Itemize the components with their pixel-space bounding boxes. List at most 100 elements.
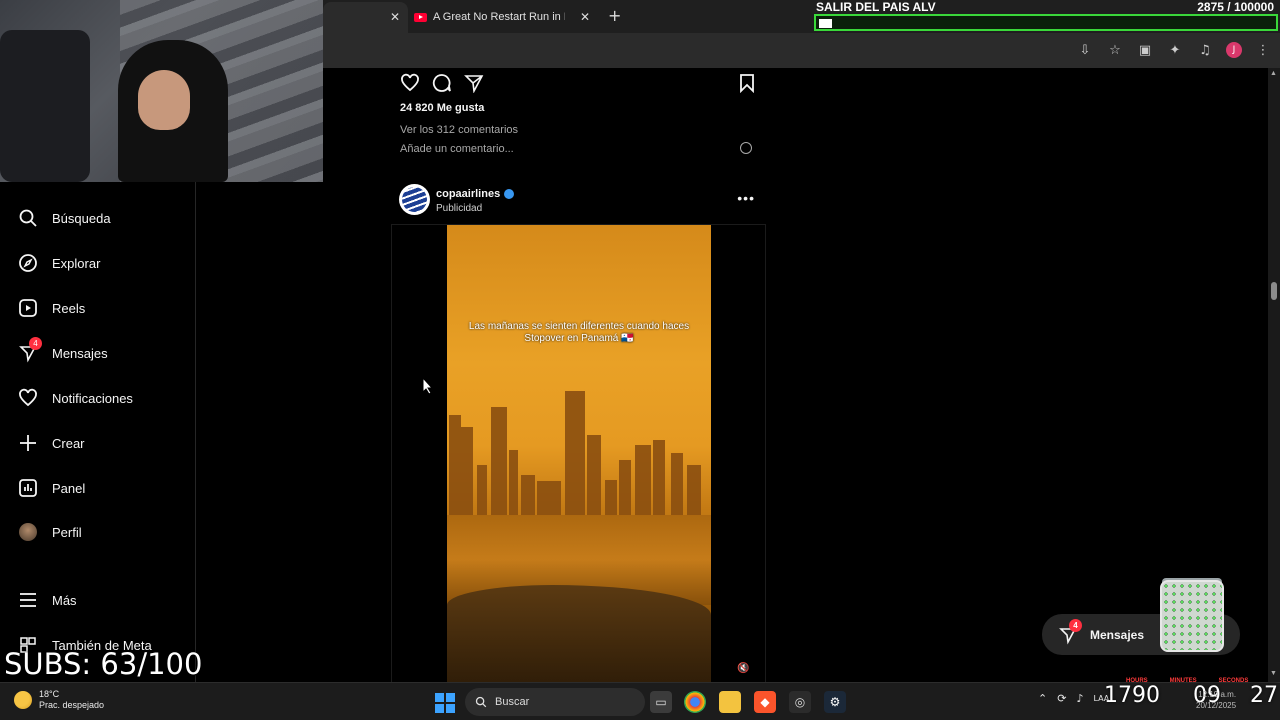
webcam-chair: [0, 30, 90, 182]
likes-count[interactable]: 24 820 Me gusta: [400, 102, 484, 114]
compass-icon: [18, 253, 38, 273]
system-tray: ⌃ ⟳ ♪ LAA: [1038, 692, 1109, 705]
messenger-icon: 4: [18, 337, 42, 363]
sidebar-item-label: Notificaciones: [52, 390, 133, 406]
file-explorer-icon[interactable]: [719, 691, 741, 713]
bookmark-star-icon[interactable]: ☆: [1106, 41, 1124, 59]
goal-title: SALIR DEL PAIS ALV: [816, 0, 936, 14]
extensions-icon[interactable]: ✦: [1166, 41, 1184, 59]
sidebar-item-label: Panel: [52, 480, 86, 496]
picture-in-picture-icon[interactable]: ▣: [1136, 41, 1154, 59]
task-view-icon[interactable]: ▭: [650, 691, 672, 713]
chart-icon: [18, 478, 38, 498]
system-clock[interactable]: 12:19 a.m. 20/12/2025: [1196, 689, 1236, 711]
messenger-icon: 4: [1058, 618, 1082, 645]
messages-badge: 4: [1069, 618, 1082, 632]
timer-hours: 1790: [1104, 683, 1160, 708]
emoji-icon[interactable]: [740, 142, 752, 154]
sidebar-item-label: Explorar: [52, 255, 101, 271]
menu-icon: [18, 590, 38, 610]
media-control-icon[interactable]: ♫: [1196, 41, 1214, 59]
messages-badge: 4: [29, 337, 42, 350]
sync-icon[interactable]: ⟳: [1057, 692, 1066, 705]
goal-progress-bar: [814, 14, 1278, 31]
comment-icon[interactable]: [432, 73, 452, 93]
username-text[interactable]: copaairlines: [436, 188, 500, 200]
avatar[interactable]: [399, 184, 430, 215]
verified-badge-icon: [504, 189, 515, 199]
sidebar-item-messages[interactable]: 4 Mensajes: [18, 337, 108, 363]
video-frame: Las mañanas se sienten diferentes cuando…: [447, 225, 711, 685]
mute-icon[interactable]: 🔇: [737, 663, 751, 677]
search-icon: [18, 208, 38, 228]
steam-icon[interactable]: ⚙: [824, 691, 846, 713]
browser-tab-youtube[interactable]: A Great No Restart Run in Dirt: [414, 6, 596, 28]
webcam-overlay: [0, 0, 323, 182]
sidebar-item-label: Perfil: [52, 524, 82, 540]
screen: ✕ A Great No Restart Run in Dirt ✕ + ⇩ ☆…: [0, 0, 1280, 720]
add-comment-input[interactable]: Añade un comentario...: [400, 143, 745, 155]
goal-count: 2875 / 100000: [1197, 0, 1274, 14]
kebab-menu-icon[interactable]: ⋮: [1254, 41, 1272, 59]
stream-timer-overlay: 1790 09 27: [1104, 683, 1278, 708]
system-time: 12:19 a.m.: [1198, 690, 1237, 699]
tab-close-icon[interactable]: ✕: [390, 10, 400, 24]
subscriber-jar-overlay: [1160, 580, 1224, 652]
scroll-down-icon[interactable]: ▼: [1270, 670, 1277, 677]
sidebar-item-dashboard[interactable]: Panel: [18, 478, 85, 498]
new-tab-button[interactable]: +: [608, 6, 621, 25]
sidebar-item-create[interactable]: Crear: [18, 433, 85, 453]
view-comments-link[interactable]: Ver los 312 comentarios: [400, 124, 518, 136]
sponsored-label: Publicidad: [436, 203, 483, 214]
city-skyline: [449, 391, 701, 515]
heart-icon: [18, 388, 38, 408]
tab-close-icon[interactable]: ✕: [580, 10, 590, 24]
weather-description: Prac. despejado: [39, 700, 105, 710]
plus-icon: [18, 433, 38, 453]
shoreline: [447, 585, 711, 685]
microphone-icon[interactable]: ♪: [1076, 692, 1083, 705]
weather-temperature: 18°C: [39, 689, 60, 699]
more-options-button[interactable]: •••: [737, 190, 755, 206]
sidebar-item-label: Más: [52, 592, 77, 608]
stream-goal-overlay: SALIR DEL PAIS ALV 2875 / 100000: [814, 0, 1278, 32]
post-video[interactable]: Las mañanas se sienten diferentes cuando…: [391, 224, 766, 685]
profile-avatar[interactable]: J: [1226, 42, 1242, 58]
video-caption: Las mañanas se sienten diferentes cuando…: [468, 321, 690, 344]
page-scrollbar[interactable]: ▲ ▼: [1268, 68, 1280, 682]
share-icon[interactable]: [464, 73, 484, 93]
search-icon: [475, 696, 487, 708]
bookmark-icon[interactable]: [737, 73, 757, 93]
obs-icon[interactable]: ◎: [789, 691, 811, 713]
brave-icon[interactable]: ◆: [754, 691, 776, 713]
webcam-face: [138, 70, 190, 130]
post-header: copaairlines Publicidad •••: [399, 184, 765, 218]
weather-sun-icon: [14, 691, 32, 709]
tray-overflow-icon[interactable]: ⌃: [1038, 692, 1047, 705]
chrome-icon[interactable]: [684, 691, 706, 713]
install-app-icon[interactable]: ⇩: [1076, 41, 1094, 59]
sidebar-item-explore[interactable]: Explorar: [18, 253, 100, 273]
timer-seconds: 27: [1250, 683, 1278, 708]
scroll-up-icon[interactable]: ▲: [1270, 70, 1277, 77]
system-date: 20/12/2025: [1196, 701, 1237, 710]
like-heart-icon[interactable]: [400, 73, 420, 93]
sidebar-item-search[interactable]: Búsqueda: [18, 208, 111, 228]
browser-toolbar-icons: ⇩ ☆ ▣ ✦ ♫ J ⋮: [1076, 41, 1272, 59]
sidebar-item-label: Mensajes: [52, 345, 108, 361]
sidebar-item-more[interactable]: Más: [18, 590, 77, 610]
scroll-thumb[interactable]: [1271, 282, 1277, 300]
windows-taskbar: 18°C Prac. despejado Buscar ▭ ◆ ◎ ⚙ ⌃ ⟳ …: [0, 682, 1280, 720]
weather-widget[interactable]: 18°C Prac. despejado: [14, 689, 104, 711]
sidebar-item-label: Crear: [52, 435, 85, 451]
taskbar-search[interactable]: Buscar: [465, 688, 645, 716]
sidebar-item-label: Reels: [52, 300, 86, 316]
youtube-icon: [414, 12, 427, 22]
messages-pill-label: Mensajes: [1090, 627, 1145, 642]
sidebar-item-notifications[interactable]: Notificaciones: [18, 388, 133, 408]
post-username[interactable]: copaairlines: [436, 188, 515, 200]
sidebar-item-profile[interactable]: Perfil: [18, 522, 82, 542]
subs-counter-overlay: SUBS: 63/100: [4, 647, 203, 681]
sidebar-item-reels[interactable]: Reels: [18, 298, 85, 318]
windows-start-icon[interactable]: [435, 693, 455, 713]
